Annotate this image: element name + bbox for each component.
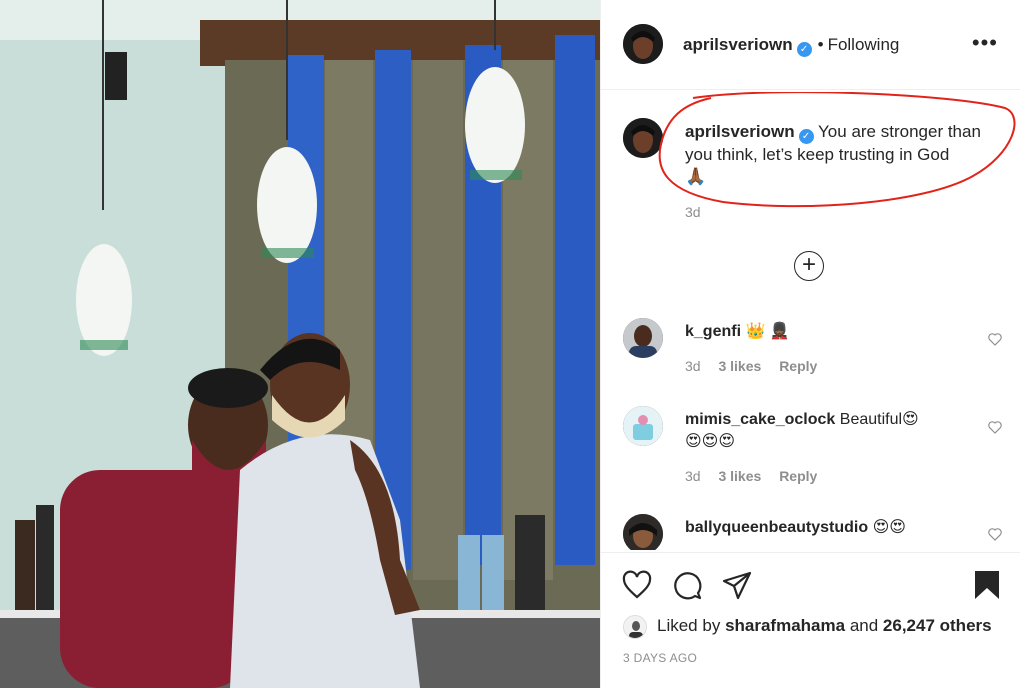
caption-username[interactable]: aprilsveriown — [685, 122, 795, 141]
heart-icon[interactable] — [621, 569, 653, 601]
liked-and: and — [849, 616, 879, 635]
following-button[interactable]: Following — [828, 35, 900, 54]
author-line: aprilsveriown ✓ • Following — [683, 35, 899, 57]
reply-button[interactable]: Reply — [779, 358, 817, 374]
verified-icon: ✓ — [798, 129, 814, 144]
liked-by-text: Liked by sharafmahama and 26,247 others — [657, 616, 992, 636]
separator-dot: • — [817, 35, 824, 54]
post-timestamp[interactable]: 3 DAYS AGO — [623, 651, 697, 665]
author-avatar[interactable] — [623, 24, 663, 64]
post-photo[interactable] — [0, 0, 600, 688]
post-actions: Liked by sharafmahama and 26,247 others … — [601, 552, 1020, 688]
comment-body: ballyqueenbeautystudio 😍😍 — [685, 517, 965, 539]
comments-list[interactable]: k_genfi 👑 💂🏾 3d 3 likes Reply mimis_cake… — [601, 300, 1020, 550]
add-circle-icon[interactable]: + — [794, 251, 824, 281]
heart-icon[interactable] — [987, 419, 1003, 435]
commenter-avatar[interactable] — [623, 406, 663, 446]
author-username[interactable]: aprilsveriown — [683, 35, 793, 54]
verified-icon: ✓ — [796, 42, 812, 57]
comment-likes[interactable]: 3 likes — [718, 358, 761, 374]
bookmark-icon[interactable] — [971, 569, 1003, 601]
comment-time[interactable]: 3d — [685, 468, 701, 484]
comment-emoji-line: 😍😍😍 — [685, 433, 736, 450]
comment-body: k_genfi 👑 💂🏾 — [685, 321, 965, 343]
comment-emoji: 😍 — [902, 411, 919, 428]
liked-user[interactable]: sharafmahama — [725, 616, 845, 635]
comment-username[interactable]: k_genfi — [685, 323, 741, 340]
comment-emoji: 👑 💂🏾 — [745, 323, 790, 340]
liked-prefix: Liked by — [657, 616, 721, 635]
reply-button[interactable]: Reply — [779, 468, 817, 484]
commenter-avatar[interactable] — [623, 514, 663, 550]
comment-text: Beautiful — [839, 411, 903, 428]
post-detail-panel: aprilsveriown ✓ • Following ••• aprilsverio… — [600, 0, 1020, 688]
caption-text-block: aprilsveriown ✓ You are stronger than you… — [685, 121, 1000, 188]
commenter-avatar[interactable] — [623, 318, 663, 358]
liker-avatar[interactable] — [623, 615, 647, 639]
comment-time[interactable]: 3d — [685, 358, 701, 374]
caption-time[interactable]: 3d — [685, 204, 701, 220]
caption-emoji: 🙏🏾 — [685, 167, 707, 186]
post-header: aprilsveriown ✓ • Following ••• — [601, 0, 1020, 90]
comment-body: mimis_cake_oclock Beautiful😍 😍😍😍 — [685, 409, 965, 453]
caption-author-avatar[interactable] — [623, 118, 663, 158]
heart-icon[interactable] — [987, 526, 1003, 542]
comment-username[interactable]: mimis_cake_oclock — [685, 411, 835, 428]
comment-likes[interactable]: 3 likes — [718, 468, 761, 484]
comment-meta: 3d 3 likes Reply — [685, 468, 831, 484]
heart-icon[interactable] — [987, 331, 1003, 347]
comment-emoji: 😍😍 — [872, 519, 906, 536]
comment-meta: 3d 3 likes Reply — [685, 358, 831, 374]
comment-username[interactable]: ballyqueenbeautystudio — [685, 519, 868, 536]
more-options-icon[interactable]: ••• — [972, 32, 998, 54]
comment-icon[interactable] — [671, 569, 703, 601]
liked-others[interactable]: 26,247 others — [883, 616, 992, 635]
share-icon[interactable] — [721, 569, 753, 601]
